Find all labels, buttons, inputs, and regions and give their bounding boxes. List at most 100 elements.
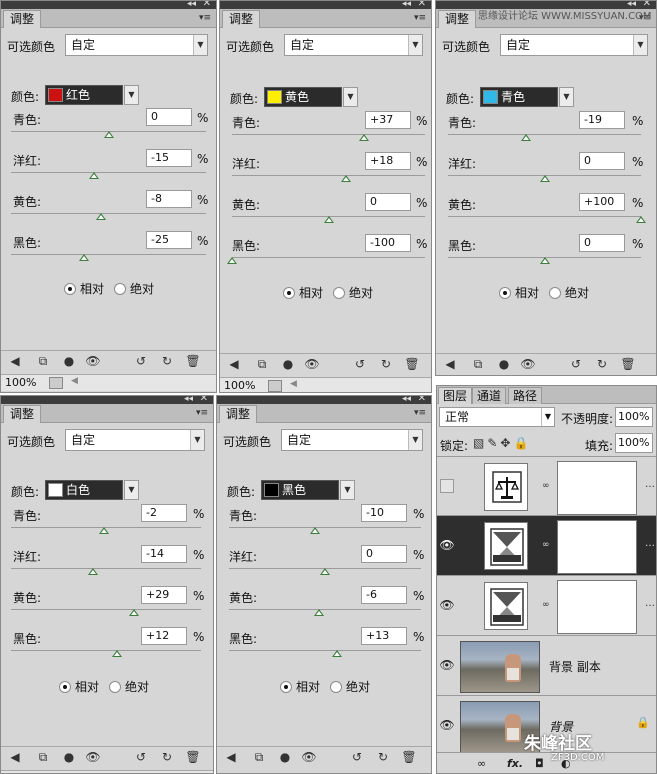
- slider-value-input[interactable]: -25: [146, 231, 192, 249]
- layer-mask-thumbnail[interactable]: [557, 520, 637, 574]
- colors-select[interactable]: 红色: [45, 85, 123, 105]
- clip-to-layer-icon[interactable]: ⧉: [470, 357, 486, 372]
- eye-icon[interactable]: 👁: [439, 537, 455, 553]
- radio-absolute[interactable]: 绝对: [109, 678, 149, 695]
- radio-relative[interactable]: 相对: [59, 678, 99, 695]
- scroll-left-icon[interactable]: ◀: [71, 376, 78, 386]
- eye-icon[interactable]: 👁: [304, 357, 320, 372]
- collapse-icon[interactable]: ◂◂: [187, 1, 196, 9]
- back-arrow-icon[interactable]: ◀: [226, 357, 242, 372]
- slider-value-input[interactable]: +29: [141, 586, 187, 604]
- chevron-down-icon[interactable]: ▼: [343, 87, 358, 107]
- slider-thumb[interactable]: [636, 216, 646, 223]
- panel-menu-icon[interactable]: ▾≡: [413, 407, 427, 419]
- tab-adjustments[interactable]: 调整: [3, 405, 42, 423]
- view-previous-icon[interactable]: ↺: [133, 354, 149, 369]
- eye-icon[interactable]: 👁: [439, 717, 455, 733]
- slider-value-input[interactable]: 0: [579, 234, 625, 252]
- layer-mask-thumbnail[interactable]: [557, 580, 637, 634]
- slider-track[interactable]: [448, 216, 641, 217]
- eye-icon[interactable]: 👁: [439, 597, 455, 613]
- slider-value-input[interactable]: -100: [365, 234, 411, 252]
- layer-mask-icon[interactable]: ●: [61, 750, 77, 765]
- slider-value-input[interactable]: -2: [141, 504, 187, 522]
- trash-icon[interactable]: 🗑: [404, 357, 420, 372]
- eye-icon[interactable]: 👁: [301, 750, 317, 765]
- document-info-icon[interactable]: [49, 377, 63, 389]
- slider-thumb[interactable]: [521, 134, 532, 141]
- slider-thumb[interactable]: [95, 213, 106, 220]
- tab-channels[interactable]: 通道: [472, 387, 507, 404]
- radio-absolute[interactable]: 绝对: [333, 284, 373, 301]
- slider-thumb[interactable]: [539, 257, 550, 264]
- reset-icon[interactable]: ↻: [159, 354, 175, 369]
- slider-thumb[interactable]: [320, 568, 330, 575]
- radio-relative[interactable]: 相对: [499, 284, 539, 301]
- slider-track[interactable]: [229, 609, 421, 610]
- tab-adjustments[interactable]: 调整: [219, 405, 258, 423]
- slider-value-input[interactable]: +12: [141, 627, 187, 645]
- colors-select[interactable]: 黑色: [261, 480, 339, 500]
- lock-transparency-icon[interactable]: ▧: [473, 436, 487, 450]
- slider-value-input[interactable]: 0: [365, 193, 411, 211]
- slider-track[interactable]: [11, 650, 201, 651]
- layer-row[interactable]: ∞ …: [437, 456, 656, 518]
- chevron-down-icon[interactable]: ▼: [124, 480, 139, 500]
- view-previous-icon[interactable]: ↺: [568, 357, 584, 372]
- slider-value-input[interactable]: -15: [146, 149, 192, 167]
- reset-icon[interactable]: ↻: [375, 750, 391, 765]
- slider-thumb[interactable]: [128, 609, 139, 616]
- layer-row-selected[interactable]: 👁 ∞ …: [437, 515, 656, 577]
- back-arrow-icon[interactable]: ◀: [7, 354, 23, 369]
- slider-value-input[interactable]: -14: [141, 545, 187, 563]
- preset-select[interactable]: 自定 ▼: [500, 34, 648, 56]
- fx-icon[interactable]: fx.: [507, 757, 523, 770]
- layer-mask-thumbnail[interactable]: [557, 461, 637, 515]
- slider-value-input[interactable]: +13: [361, 627, 407, 645]
- view-previous-icon[interactable]: ↺: [349, 750, 365, 765]
- visibility-toggle-empty[interactable]: [440, 479, 454, 493]
- slider-value-input[interactable]: +18: [365, 152, 411, 170]
- eye-icon[interactable]: 👁: [85, 750, 101, 765]
- tab-adjustments[interactable]: 调整: [222, 10, 261, 28]
- lock-pixels-icon[interactable]: ✎: [487, 436, 500, 450]
- colors-select[interactable]: 黄色: [264, 87, 342, 107]
- slider-thumb[interactable]: [103, 131, 114, 138]
- view-previous-icon[interactable]: ↺: [352, 357, 368, 372]
- link-icon[interactable]: ∞: [542, 600, 550, 610]
- radio-absolute[interactable]: 绝对: [114, 280, 154, 297]
- collapse-icon[interactable]: ◂◂: [402, 396, 411, 404]
- slider-track[interactable]: [11, 254, 206, 255]
- slider-value-input[interactable]: -19: [579, 111, 625, 129]
- slider-track[interactable]: [232, 175, 425, 176]
- fill-input[interactable]: 100%: [615, 433, 653, 453]
- slider-thumb[interactable]: [359, 134, 370, 141]
- scroll-left-icon[interactable]: ◀: [290, 379, 297, 389]
- slider-value-input[interactable]: -10: [361, 504, 407, 522]
- eye-icon[interactable]: 👁: [439, 657, 455, 673]
- back-arrow-icon[interactable]: ◀: [442, 357, 458, 372]
- slider-value-input[interactable]: -8: [146, 190, 192, 208]
- slider-value-input[interactable]: +37: [365, 111, 411, 129]
- clip-to-layer-icon[interactable]: ⧉: [254, 357, 270, 372]
- layer-mask-icon[interactable]: ●: [496, 357, 512, 372]
- radio-relative[interactable]: 相对: [283, 284, 323, 301]
- close-icon[interactable]: ✕: [203, 1, 211, 9]
- radio-relative[interactable]: 相对: [64, 280, 104, 297]
- slider-thumb[interactable]: [87, 568, 98, 575]
- lock-all-icon[interactable]: 🔒: [513, 436, 531, 450]
- slider-thumb[interactable]: [99, 527, 110, 534]
- panel-menu-icon[interactable]: ▾≡: [195, 407, 209, 419]
- slider-value-input[interactable]: +100: [579, 193, 625, 211]
- back-arrow-icon[interactable]: ◀: [223, 750, 239, 765]
- slider-thumb[interactable]: [332, 650, 343, 657]
- slider-thumb[interactable]: [340, 175, 351, 182]
- close-icon[interactable]: ✕: [418, 1, 426, 9]
- trash-icon[interactable]: 🗑: [185, 354, 201, 369]
- slider-thumb[interactable]: [539, 175, 550, 182]
- opacity-input[interactable]: 100%: [615, 407, 653, 427]
- panel-menu-icon[interactable]: ▾≡: [198, 12, 212, 24]
- blend-mode-select[interactable]: 正常 ▼: [439, 407, 555, 427]
- reset-icon[interactable]: ↻: [378, 357, 394, 372]
- tab-adjustments[interactable]: 调整: [3, 10, 42, 28]
